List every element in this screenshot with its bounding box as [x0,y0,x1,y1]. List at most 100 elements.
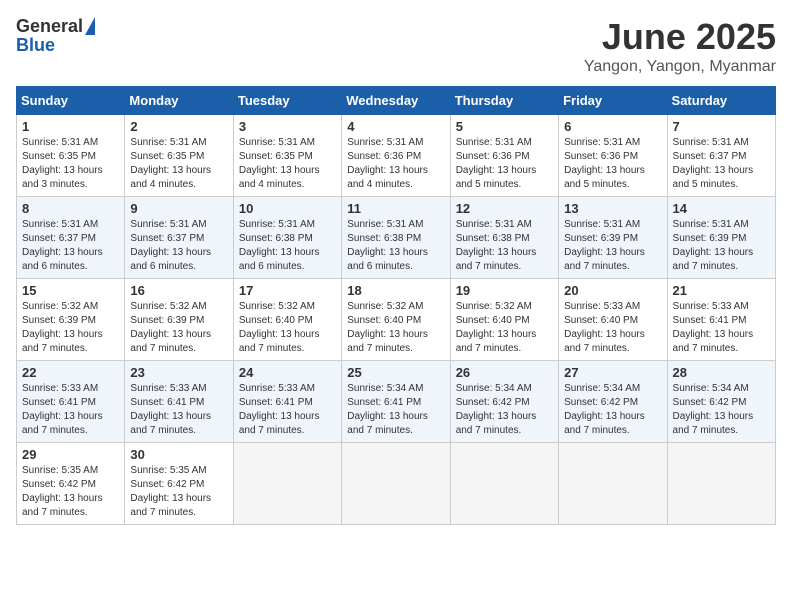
table-row: 1 Sunrise: 5:31 AM Sunset: 6:35 PM Dayli… [17,115,125,197]
day-info: Sunrise: 5:34 AM Sunset: 6:42 PM Dayligh… [564,382,661,438]
header-friday: Friday [559,87,667,115]
day-number: 8 [22,201,119,216]
day-info: Sunrise: 5:32 AM Sunset: 6:40 PM Dayligh… [456,300,553,356]
calendar-header-row: Sunday Monday Tuesday Wednesday Thursday… [17,87,776,115]
table-row: 28 Sunrise: 5:34 AM Sunset: 6:42 PM Dayl… [667,361,775,443]
day-info: Sunrise: 5:31 AM Sunset: 6:36 PM Dayligh… [347,136,444,192]
title-block: June 2025 Yangon, Yangon, Myanmar [584,16,776,76]
table-row: 20 Sunrise: 5:33 AM Sunset: 6:40 PM Dayl… [559,279,667,361]
calendar-week-row: 22 Sunrise: 5:33 AM Sunset: 6:41 PM Dayl… [17,361,776,443]
day-number: 4 [347,119,444,134]
day-info: Sunrise: 5:33 AM Sunset: 6:41 PM Dayligh… [22,382,119,438]
table-row: 24 Sunrise: 5:33 AM Sunset: 6:41 PM Dayl… [233,361,341,443]
day-number: 17 [239,283,336,298]
day-number: 15 [22,283,119,298]
day-number: 28 [673,365,770,380]
day-info: Sunrise: 5:33 AM Sunset: 6:41 PM Dayligh… [673,300,770,356]
table-row: 9 Sunrise: 5:31 AM Sunset: 6:37 PM Dayli… [125,197,233,279]
table-row: 2 Sunrise: 5:31 AM Sunset: 6:35 PM Dayli… [125,115,233,197]
day-number: 6 [564,119,661,134]
table-row: 30 Sunrise: 5:35 AM Sunset: 6:42 PM Dayl… [125,443,233,525]
day-number: 9 [130,201,227,216]
day-info: Sunrise: 5:31 AM Sunset: 6:38 PM Dayligh… [456,218,553,274]
header-thursday: Thursday [450,87,558,115]
table-row: 11 Sunrise: 5:31 AM Sunset: 6:38 PM Dayl… [342,197,450,279]
table-row: 19 Sunrise: 5:32 AM Sunset: 6:40 PM Dayl… [450,279,558,361]
day-info: Sunrise: 5:34 AM Sunset: 6:42 PM Dayligh… [673,382,770,438]
day-info: Sunrise: 5:32 AM Sunset: 6:39 PM Dayligh… [22,300,119,356]
day-info: Sunrise: 5:31 AM Sunset: 6:37 PM Dayligh… [673,136,770,192]
day-info: Sunrise: 5:31 AM Sunset: 6:38 PM Dayligh… [239,218,336,274]
table-row: 25 Sunrise: 5:34 AM Sunset: 6:41 PM Dayl… [342,361,450,443]
logo-triangle-icon [85,17,95,35]
day-info: Sunrise: 5:31 AM Sunset: 6:35 PM Dayligh… [239,136,336,192]
day-number: 26 [456,365,553,380]
header-wednesday: Wednesday [342,87,450,115]
day-info: Sunrise: 5:33 AM Sunset: 6:40 PM Dayligh… [564,300,661,356]
day-info: Sunrise: 5:34 AM Sunset: 6:41 PM Dayligh… [347,382,444,438]
table-row: 8 Sunrise: 5:31 AM Sunset: 6:37 PM Dayli… [17,197,125,279]
day-number: 27 [564,365,661,380]
day-number: 16 [130,283,227,298]
day-number: 25 [347,365,444,380]
calendar-week-row: 1 Sunrise: 5:31 AM Sunset: 6:35 PM Dayli… [17,115,776,197]
table-row [559,443,667,525]
day-number: 22 [22,365,119,380]
calendar-table: Sunday Monday Tuesday Wednesday Thursday… [16,86,776,525]
table-row: 14 Sunrise: 5:31 AM Sunset: 6:39 PM Dayl… [667,197,775,279]
day-number: 21 [673,283,770,298]
day-number: 14 [673,201,770,216]
day-info: Sunrise: 5:31 AM Sunset: 6:37 PM Dayligh… [130,218,227,274]
calendar-week-row: 8 Sunrise: 5:31 AM Sunset: 6:37 PM Dayli… [17,197,776,279]
table-row: 15 Sunrise: 5:32 AM Sunset: 6:39 PM Dayl… [17,279,125,361]
table-row: 5 Sunrise: 5:31 AM Sunset: 6:36 PM Dayli… [450,115,558,197]
calendar-week-row: 29 Sunrise: 5:35 AM Sunset: 6:42 PM Dayl… [17,443,776,525]
day-number: 12 [456,201,553,216]
day-info: Sunrise: 5:32 AM Sunset: 6:39 PM Dayligh… [130,300,227,356]
day-info: Sunrise: 5:32 AM Sunset: 6:40 PM Dayligh… [347,300,444,356]
header-sunday: Sunday [17,87,125,115]
table-row: 3 Sunrise: 5:31 AM Sunset: 6:35 PM Dayli… [233,115,341,197]
day-number: 20 [564,283,661,298]
day-number: 30 [130,447,227,462]
header-tuesday: Tuesday [233,87,341,115]
table-row: 17 Sunrise: 5:32 AM Sunset: 6:40 PM Dayl… [233,279,341,361]
logo-general-text: General [16,16,83,37]
day-info: Sunrise: 5:32 AM Sunset: 6:40 PM Dayligh… [239,300,336,356]
day-info: Sunrise: 5:31 AM Sunset: 6:39 PM Dayligh… [564,218,661,274]
month-title: June 2025 [584,16,776,58]
table-row: 13 Sunrise: 5:31 AM Sunset: 6:39 PM Dayl… [559,197,667,279]
table-row: 16 Sunrise: 5:32 AM Sunset: 6:39 PM Dayl… [125,279,233,361]
table-row: 18 Sunrise: 5:32 AM Sunset: 6:40 PM Dayl… [342,279,450,361]
logo-blue-text: Blue [16,35,55,56]
day-info: Sunrise: 5:31 AM Sunset: 6:37 PM Dayligh… [22,218,119,274]
table-row [342,443,450,525]
day-info: Sunrise: 5:33 AM Sunset: 6:41 PM Dayligh… [239,382,336,438]
day-info: Sunrise: 5:33 AM Sunset: 6:41 PM Dayligh… [130,382,227,438]
table-row [450,443,558,525]
table-row: 22 Sunrise: 5:33 AM Sunset: 6:41 PM Dayl… [17,361,125,443]
day-number: 7 [673,119,770,134]
table-row [233,443,341,525]
table-row: 21 Sunrise: 5:33 AM Sunset: 6:41 PM Dayl… [667,279,775,361]
day-info: Sunrise: 5:31 AM Sunset: 6:36 PM Dayligh… [456,136,553,192]
header-monday: Monday [125,87,233,115]
day-number: 11 [347,201,444,216]
day-info: Sunrise: 5:31 AM Sunset: 6:38 PM Dayligh… [347,218,444,274]
table-row: 6 Sunrise: 5:31 AM Sunset: 6:36 PM Dayli… [559,115,667,197]
table-row: 29 Sunrise: 5:35 AM Sunset: 6:42 PM Dayl… [17,443,125,525]
day-info: Sunrise: 5:34 AM Sunset: 6:42 PM Dayligh… [456,382,553,438]
table-row [667,443,775,525]
day-number: 29 [22,447,119,462]
logo: General Blue [16,16,95,56]
day-number: 2 [130,119,227,134]
day-info: Sunrise: 5:35 AM Sunset: 6:42 PM Dayligh… [22,464,119,520]
day-number: 10 [239,201,336,216]
day-info: Sunrise: 5:31 AM Sunset: 6:39 PM Dayligh… [673,218,770,274]
day-number: 5 [456,119,553,134]
day-info: Sunrise: 5:31 AM Sunset: 6:35 PM Dayligh… [22,136,119,192]
location-title: Yangon, Yangon, Myanmar [584,58,776,76]
day-number: 18 [347,283,444,298]
day-number: 3 [239,119,336,134]
table-row: 7 Sunrise: 5:31 AM Sunset: 6:37 PM Dayli… [667,115,775,197]
